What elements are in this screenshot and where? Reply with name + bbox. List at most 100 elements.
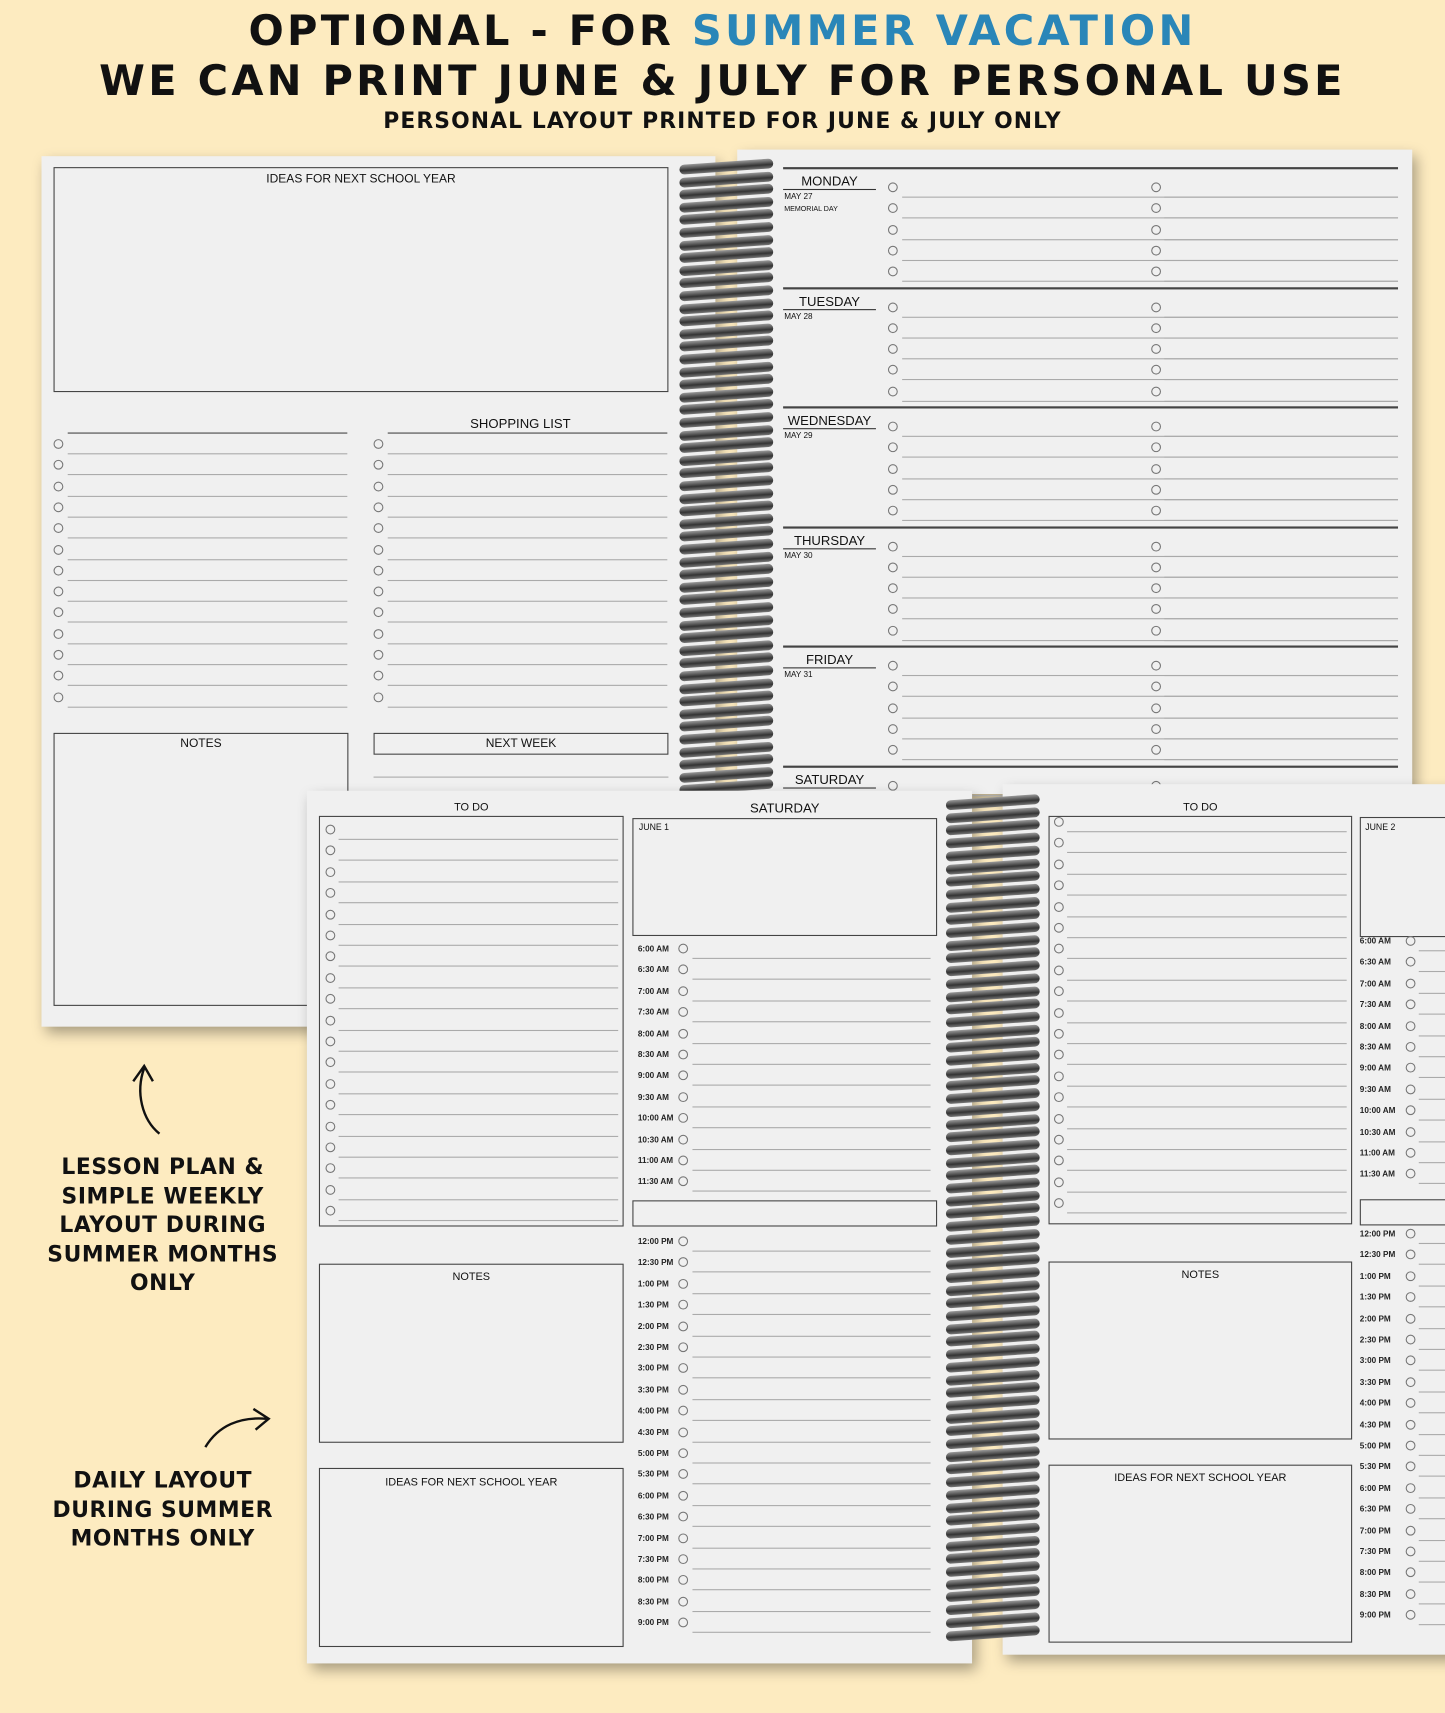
checkbox-circle[interactable]: [678, 943, 689, 954]
checkbox-circle[interactable]: [1405, 1482, 1416, 1493]
checkbox-circle[interactable]: [1405, 1313, 1416, 1324]
checkbox-circle[interactable]: [678, 1405, 689, 1416]
checkbox-circle[interactable]: [1405, 1461, 1416, 1472]
checkbox-circle[interactable]: [678, 986, 689, 996]
checkbox-circle[interactable]: [1151, 421, 1162, 432]
checkbox-circle[interactable]: [1405, 957, 1416, 968]
checkbox-circle[interactable]: [1405, 1020, 1416, 1031]
checkbox-circle[interactable]: [1405, 1398, 1416, 1409]
checkbox-circle[interactable]: [53, 649, 64, 660]
checkbox-circle[interactable]: [53, 460, 64, 470]
checkbox-circle[interactable]: [1053, 1071, 1064, 1082]
checkbox-circle[interactable]: [678, 1448, 689, 1459]
checkbox-circle[interactable]: [887, 442, 898, 453]
checkbox-circle[interactable]: [1151, 681, 1162, 692]
checkbox-circle[interactable]: [1405, 1610, 1416, 1620]
checkbox-circle[interactable]: [1151, 702, 1162, 713]
checkbox-circle[interactable]: [678, 1596, 689, 1607]
checkbox-circle[interactable]: [325, 909, 336, 920]
checkbox-circle[interactable]: [887, 562, 898, 573]
checkbox-circle[interactable]: [887, 203, 898, 214]
checkbox-circle[interactable]: [887, 245, 898, 256]
checkbox-circle[interactable]: [373, 502, 384, 513]
checkbox-circle[interactable]: [53, 586, 64, 597]
checkbox-circle[interactable]: [887, 224, 898, 235]
checkbox-circle[interactable]: [1151, 386, 1162, 397]
checkbox-circle[interactable]: [53, 670, 64, 681]
checkbox-circle[interactable]: [1405, 1588, 1416, 1599]
checkbox-circle[interactable]: [1405, 1567, 1416, 1578]
checkbox-circle[interactable]: [678, 1299, 689, 1310]
checkbox-circle[interactable]: [1405, 978, 1416, 989]
checkbox-circle[interactable]: [1405, 1147, 1416, 1158]
checkbox-circle[interactable]: [1405, 999, 1416, 1010]
checkbox-circle[interactable]: [1151, 562, 1162, 573]
checkbox-circle[interactable]: [1151, 245, 1162, 256]
checkbox-circle[interactable]: [887, 660, 898, 671]
checkbox-circle[interactable]: [325, 824, 336, 835]
checkbox-circle[interactable]: [1151, 625, 1162, 636]
checkbox-circle[interactable]: [1053, 901, 1064, 912]
checkbox-circle[interactable]: [887, 386, 898, 397]
checkbox-circle[interactable]: [678, 1363, 689, 1374]
checkbox-circle[interactable]: [887, 681, 898, 692]
checkbox-circle[interactable]: [887, 323, 898, 333]
checkbox-circle[interactable]: [1151, 365, 1162, 376]
checkbox-circle[interactable]: [1405, 1126, 1416, 1137]
checkbox-circle[interactable]: [887, 702, 898, 713]
checkbox-circle[interactable]: [678, 1533, 689, 1543]
checkbox-circle[interactable]: [887, 463, 898, 474]
checkbox-circle[interactable]: [887, 604, 898, 615]
checkbox-circle[interactable]: [1053, 816, 1064, 827]
checkbox-circle[interactable]: [678, 1575, 689, 1586]
checkbox-circle[interactable]: [678, 1617, 689, 1628]
checkbox-circle[interactable]: [325, 930, 336, 941]
checkbox-circle[interactable]: [373, 481, 384, 492]
checkbox-circle[interactable]: [678, 1384, 689, 1395]
checkbox-circle[interactable]: [1151, 442, 1162, 453]
checkbox-circle[interactable]: [1405, 1228, 1416, 1239]
checkbox-circle[interactable]: [678, 1490, 689, 1501]
checkbox-circle[interactable]: [887, 484, 898, 495]
checkbox-circle[interactable]: [1405, 1504, 1416, 1514]
checkbox-circle[interactable]: [373, 460, 384, 470]
checkbox-circle[interactable]: [373, 670, 384, 681]
checkbox-circle[interactable]: [887, 421, 898, 432]
checkbox-circle[interactable]: [887, 541, 898, 552]
checkbox-circle[interactable]: [1151, 724, 1162, 734]
checkbox-circle[interactable]: [1405, 1334, 1416, 1345]
checkbox-circle[interactable]: [678, 1554, 689, 1565]
checkbox-circle[interactable]: [1151, 745, 1162, 755]
checkbox-circle[interactable]: [325, 1121, 336, 1132]
checkbox-circle[interactable]: [53, 481, 64, 492]
checkbox-circle[interactable]: [373, 586, 384, 597]
checkbox-circle[interactable]: [1151, 182, 1162, 193]
checkbox-circle[interactable]: [887, 780, 898, 791]
checkbox-circle[interactable]: [1053, 859, 1064, 870]
checkbox-circle[interactable]: [678, 1028, 689, 1039]
checkbox-circle[interactable]: [678, 1049, 689, 1060]
checkbox-circle[interactable]: [887, 365, 898, 376]
checkbox-circle[interactable]: [373, 565, 384, 576]
checkbox-circle[interactable]: [678, 1134, 689, 1145]
checkbox-circle[interactable]: [678, 1113, 689, 1123]
checkbox-circle[interactable]: [1151, 266, 1162, 277]
checkbox-circle[interactable]: [53, 439, 64, 449]
checkbox-circle[interactable]: [325, 1184, 336, 1195]
checkbox-circle[interactable]: [1405, 1440, 1416, 1451]
checkbox-circle[interactable]: [678, 1155, 689, 1166]
checkbox-circle[interactable]: [325, 866, 336, 877]
checkbox-circle[interactable]: [1151, 583, 1162, 594]
checkbox-circle[interactable]: [53, 607, 64, 618]
checkbox-circle[interactable]: [1053, 1134, 1064, 1145]
checkbox-circle[interactable]: [1151, 604, 1162, 615]
checkbox-circle[interactable]: [678, 1342, 689, 1353]
checkbox-circle[interactable]: [1405, 1546, 1416, 1557]
checkbox-circle[interactable]: [1405, 1419, 1416, 1430]
checkbox-circle[interactable]: [1151, 323, 1162, 333]
checkbox-circle[interactable]: [887, 505, 898, 516]
checkbox-circle[interactable]: [887, 182, 898, 193]
checkbox-circle[interactable]: [1151, 301, 1162, 312]
checkbox-circle[interactable]: [678, 1176, 689, 1187]
checkbox-circle[interactable]: [887, 745, 898, 755]
